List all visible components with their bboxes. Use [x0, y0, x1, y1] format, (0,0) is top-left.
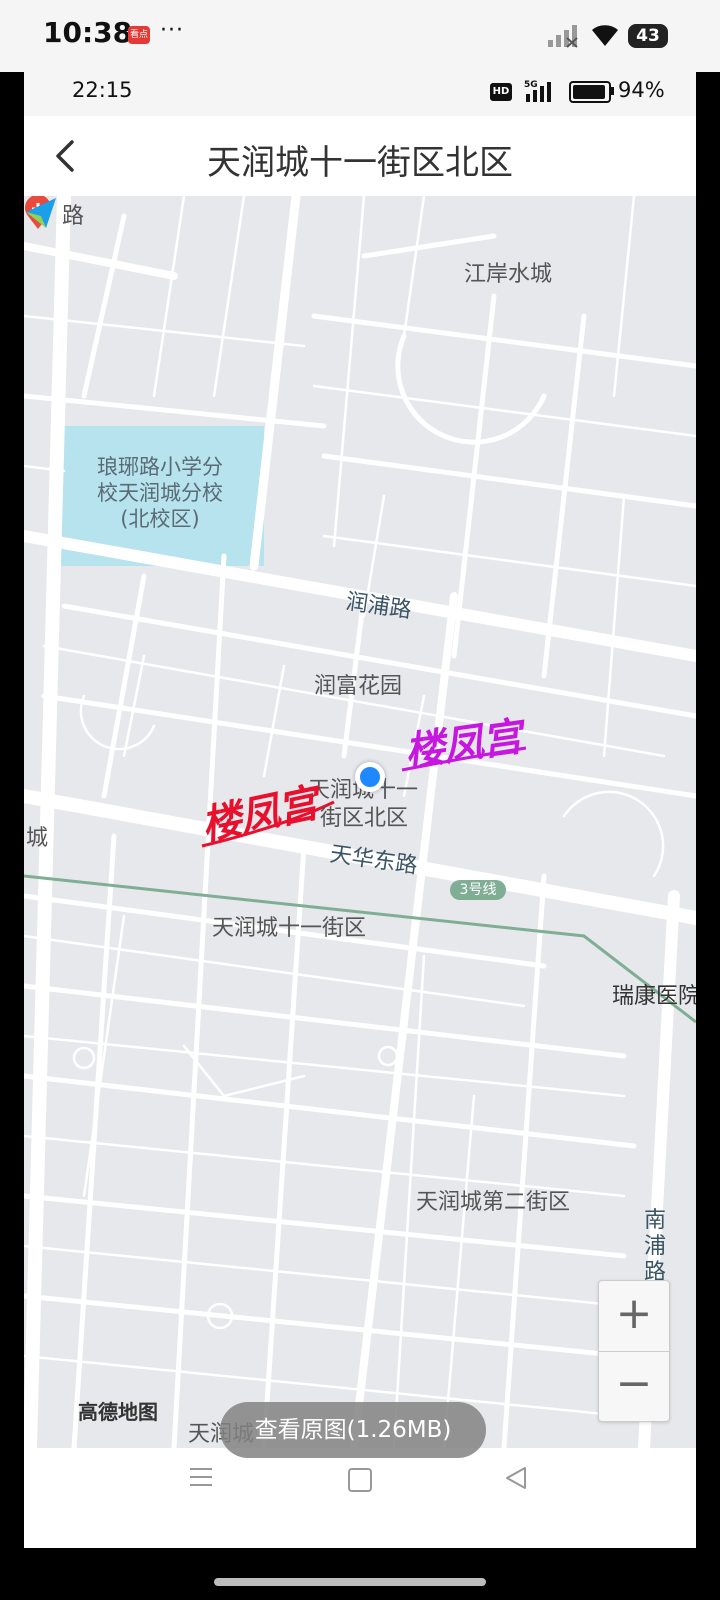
page-title: 天润城十一街区北区 [207, 143, 513, 183]
home-indicator[interactable] [214, 1578, 486, 1586]
zoom-in-button[interactable]: + [599, 1281, 669, 1352]
map-view[interactable]: 路 江岸水城 琅琊路小学分 校天润城分校 (北校区) 润浦路 润富花园 天润城十… [24, 196, 696, 1448]
inner-battery-percent: 94% [618, 78, 665, 102]
school-label-line3: (北校区) [120, 507, 200, 531]
navigation-bar [24, 1448, 696, 1548]
metro-line-badge: 3号线 [450, 880, 506, 900]
title-bar: 天润城十一街区北区 [24, 116, 696, 196]
outer-battery-icon: 43 [628, 24, 668, 48]
cellular-5g-icon: 5G [524, 80, 551, 102]
map-label-block2: 天润城第二街区 [416, 1190, 571, 1215]
wifi-icon [592, 25, 618, 46]
map-label-current-line2: 街区北区 [320, 806, 409, 831]
battery-tip [611, 87, 614, 95]
zoom-out-button[interactable]: − [599, 1351, 669, 1421]
map-label-cheng-left: 城 [26, 826, 49, 851]
inner-status-bar: 22:15 HD 5G 94% [24, 72, 696, 116]
zoom-control: + − [598, 1280, 670, 1422]
amap-logo-icon [26, 198, 56, 228]
school-label-line1: 琅琊路小学分 [97, 455, 223, 479]
home-button-icon[interactable] [348, 1468, 372, 1492]
map-label-nanpu-road: 南浦路 [644, 1208, 667, 1285]
outer-time: 10:38 [43, 16, 133, 49]
nav-back-icon[interactable] [504, 1466, 528, 1490]
app-screen: 22:15 HD 5G 94% 天润城十一街区北区 路 江岸水城 琅琊路小学分 … [24, 72, 696, 1548]
more-notifications-icon: ··· [160, 18, 184, 43]
inner-battery-icon [569, 81, 611, 103]
signal-off-icon [548, 25, 578, 48]
current-location-marker [355, 762, 385, 792]
menu-icon[interactable] [189, 1466, 213, 1488]
map-label-block11: 天润城十一街区 [212, 916, 367, 941]
map-label-runfu: 润富花园 [314, 674, 403, 699]
map-label-jiangan: 江岸水城 [464, 262, 553, 287]
outer-status-bar: 10:38 看点 ··· 43 [0, 0, 720, 72]
map-label-school: 琅琊路小学分 校天润城分校 (北校区) [80, 454, 240, 532]
news-app-icon: 看点 [128, 26, 150, 44]
school-label-line2: 校天润城分校 [97, 481, 223, 505]
map-label-hospital: 瑞康医院 [612, 984, 696, 1009]
inner-time: 22:15 [72, 78, 133, 102]
map-label-road-top-left: 路 [62, 204, 85, 229]
view-original-button[interactable]: 查看原图(1.26MB) [220, 1402, 486, 1458]
svg-text:5G: 5G [524, 80, 538, 90]
map-provider: 高德地图 [78, 1400, 158, 1424]
hd-icon: HD [490, 83, 512, 101]
